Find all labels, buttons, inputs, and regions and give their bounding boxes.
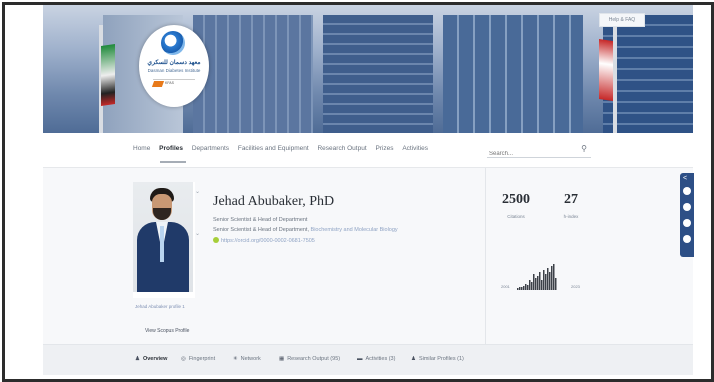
building: [193, 15, 313, 133]
flag-pole: [613, 25, 617, 133]
email-share-icon[interactable]: [683, 235, 691, 243]
linkedin-share-icon[interactable]: [683, 219, 691, 227]
search-input[interactable]: [487, 150, 571, 158]
sparkline-start-year: 2001: [501, 284, 510, 289]
building: [443, 15, 583, 133]
tab-research-output[interactable]: ▦ Research Output (95): [279, 356, 340, 362]
hindex-value: 27: [564, 192, 578, 207]
tab-fingerprint[interactable]: ◎ Fingerprint: [181, 356, 215, 362]
tab-label: Research Output (95): [287, 356, 341, 362]
institute-logo[interactable]: معهد دسمان للسكري Dasman Diabetes Instit…: [139, 25, 209, 107]
photo-beard: [153, 208, 171, 220]
logo-swirl-icon: [161, 31, 185, 55]
view-scopus-profile-link[interactable]: View Scopus Profile: [145, 328, 189, 334]
logo-arabic-text: معهد دسمان للسكري: [147, 60, 201, 66]
tab-label: Similar Profiles (1): [418, 356, 464, 362]
similar-profiles-icon: ♟: [411, 356, 416, 362]
research-output-icon: ▦: [279, 356, 285, 362]
share-rail: <: [680, 173, 694, 257]
hindex-label: h-index: [563, 214, 579, 219]
profile-photo: [133, 182, 193, 292]
chevron-down-icon[interactable]: ⌄: [195, 188, 200, 195]
sparkline-end-year: 2023: [571, 284, 580, 289]
partner-text: KFAS: [165, 81, 174, 85]
nav-item-departments[interactable]: Departments: [192, 145, 229, 152]
search-icon[interactable]: ⚲: [581, 144, 587, 153]
person-icon: ♟: [135, 356, 140, 362]
tab-network[interactable]: ✳ Network: [233, 356, 261, 362]
nav-item-prizes[interactable]: Prizes: [375, 145, 393, 152]
main-nav: Home Profiles Departments Facilities and…: [43, 133, 693, 168]
page-frame: معهد دسمان للسكري Dasman Diabetes Instit…: [2, 2, 714, 382]
fingerprint-icon: ◎: [181, 356, 186, 362]
flag: [599, 39, 613, 101]
partner-logo: KFAS: [151, 79, 195, 88]
header-banner: معهد دسمان للسكري Dasman Diabetes Instit…: [43, 5, 693, 133]
orcid-row: https://orcid.org/0000-0002-0681-7505: [213, 237, 315, 244]
tab-label: Network: [240, 356, 261, 362]
profile-name: Jehad Abubaker, PhD: [213, 194, 335, 209]
nav-item-home[interactable]: Home: [133, 145, 150, 152]
profile-photo-card: ⌄ ⌄: [133, 182, 200, 298]
profile-affiliation: Senior Scientist & Head of Department, B…: [213, 227, 398, 233]
citations-stat[interactable]: 2500 Citations: [497, 192, 535, 219]
active-nav-indicator: [160, 161, 186, 163]
building: [323, 15, 433, 133]
stats-divider: [485, 168, 486, 344]
network-icon: ✳: [233, 356, 238, 362]
help-faq-button[interactable]: Help & FAQ: [599, 13, 645, 27]
tab-activities[interactable]: ▬ Activities (3): [357, 356, 395, 362]
tab-label: Activities (3): [365, 356, 396, 362]
nav-item-activities[interactable]: Activities: [402, 145, 428, 152]
chevron-down-icon[interactable]: ⌄: [195, 230, 200, 237]
facebook-share-icon[interactable]: [683, 187, 691, 195]
scopus-profile-link[interactable]: Jehad Abubaker profile 1: [135, 304, 185, 309]
profile-tabs: ♟ Overview ◎ Fingerprint ✳ Network ▦ Researc…: [43, 344, 693, 375]
citations-value: 2500: [502, 192, 530, 207]
affiliation-prefix: Senior Scientist & Head of Department,: [213, 227, 311, 233]
nav-item-research-output[interactable]: Research Output: [317, 145, 366, 152]
share-icon[interactable]: <: [683, 175, 687, 182]
kfas-mark-icon: [151, 81, 165, 87]
profile-header: ⌄ ⌄ Jehad Abubaker profile 1 View Scopus…: [43, 168, 693, 344]
orcid-link[interactable]: https://orcid.org/0000-0002-0681-7505: [221, 238, 315, 244]
tab-label: Overview: [142, 356, 168, 362]
nav-item-profiles[interactable]: Profiles: [159, 145, 183, 152]
orcid-icon: [213, 237, 219, 243]
tab-similar-profiles[interactable]: ♟ Similar Profiles (1): [411, 356, 464, 362]
department-link[interactable]: Biochemistry and Molecular Biology: [311, 227, 398, 233]
tab-label: Fingerprint: [188, 356, 216, 362]
profile-role: Senior Scientist & Head of Department: [213, 217, 308, 223]
logo-english-text: Dasman Diabetes Institute: [147, 68, 201, 73]
nav-items: Home Profiles Departments Facilities and…: [133, 145, 435, 152]
kuwait-flag: [101, 44, 115, 106]
search-box: ⚲: [487, 142, 591, 158]
nav-item-facilities[interactable]: Facilities and Equipment: [238, 145, 309, 152]
tab-overview[interactable]: ♟ Overview: [135, 356, 167, 362]
hindex-stat[interactable]: 27 h-index: [553, 192, 589, 219]
activities-icon: ▬: [357, 356, 363, 362]
photo-tie: [160, 226, 164, 262]
citations-label: Citations: [507, 214, 525, 219]
twitter-share-icon[interactable]: [683, 203, 691, 211]
